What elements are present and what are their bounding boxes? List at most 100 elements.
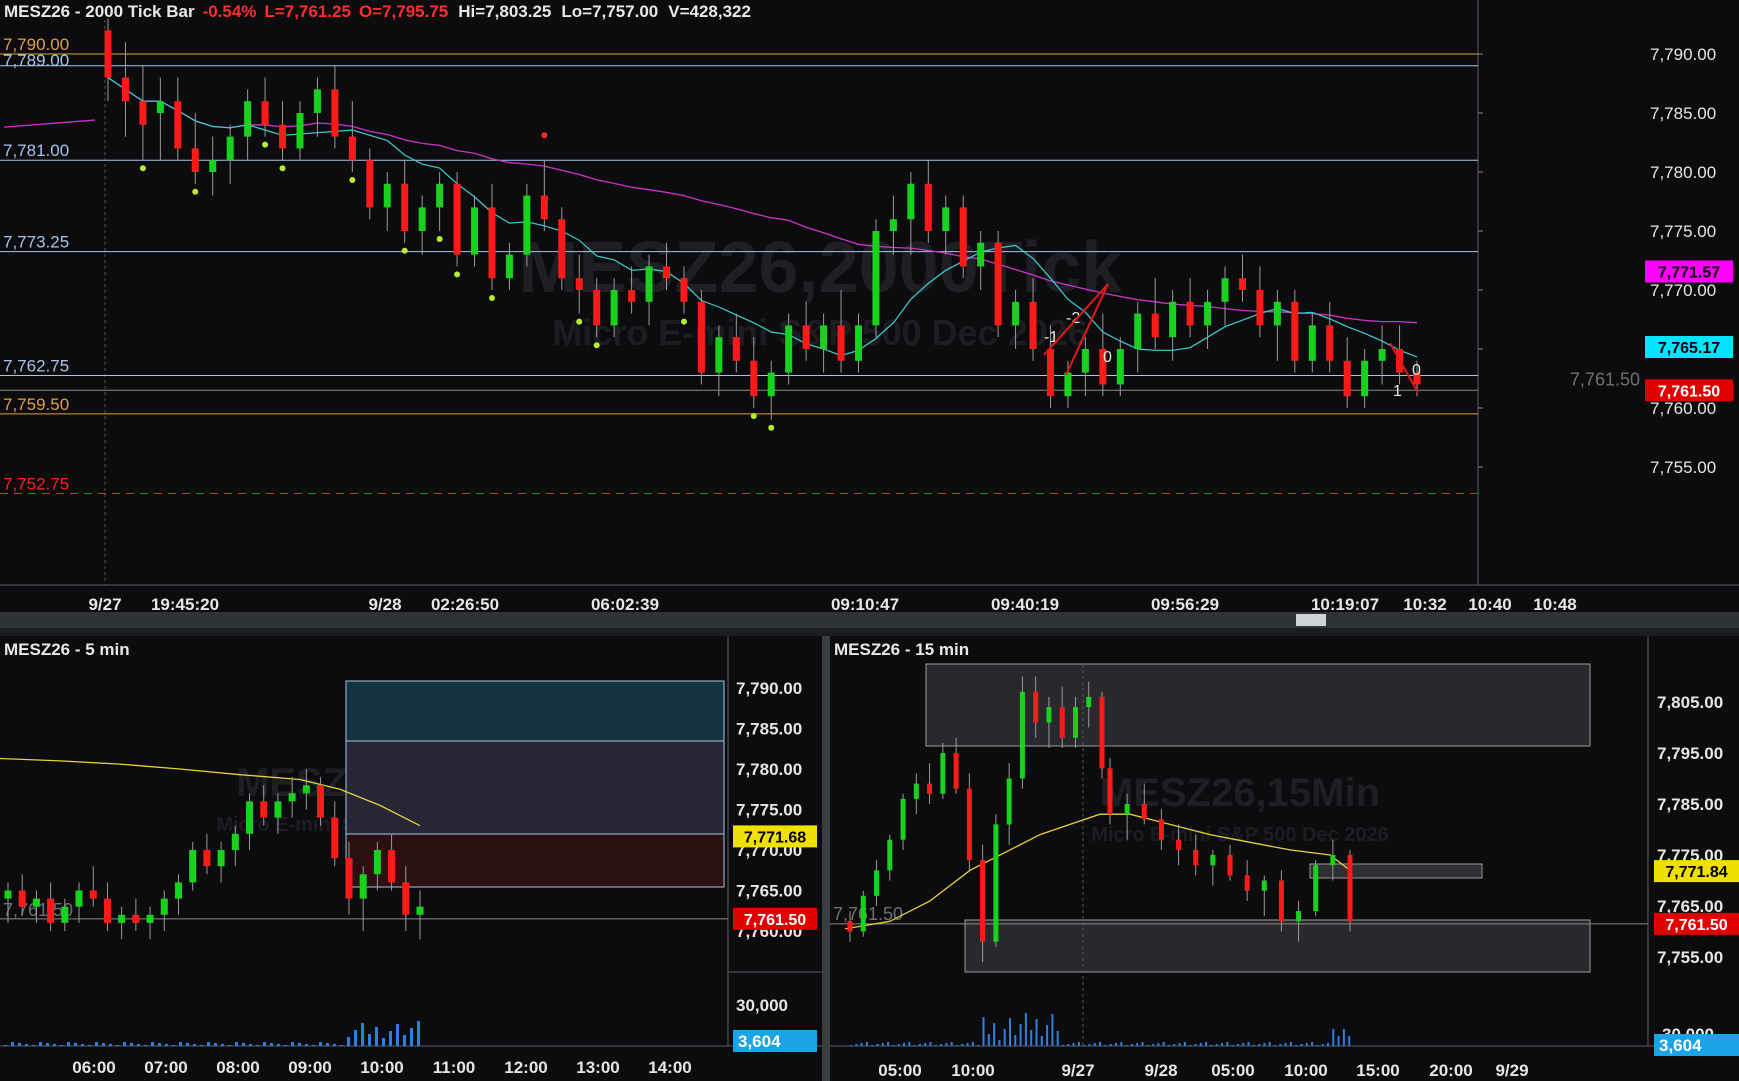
volume-bar	[1199, 1043, 1202, 1046]
volume-bar	[18, 1043, 21, 1046]
volume-bar	[1125, 1045, 1128, 1046]
volume-bar	[326, 1043, 329, 1046]
signal-dot	[488, 295, 495, 301]
y-axis-tick-label: 7,790.00	[736, 679, 802, 698]
fifteen-candle-body	[1124, 804, 1130, 815]
panel-divider[interactable]	[822, 636, 830, 1081]
tick-chart-svg[interactable]: MESZ26,2000TickMicro E-mini S&P 500 Dec …	[0, 0, 1739, 612]
volume-bar	[1083, 1045, 1086, 1046]
five-candle-body	[217, 850, 225, 867]
five-candle-body	[317, 785, 325, 818]
volume-bar	[1332, 1029, 1335, 1046]
tick-candle-body	[1029, 301, 1037, 349]
y-axis-tick-label: 7,785.00	[736, 720, 802, 739]
zone-box	[964, 919, 1591, 973]
five-candle-body	[118, 914, 126, 923]
fifteen-candle-body	[1141, 804, 1147, 820]
volume-bar	[1337, 1036, 1340, 1046]
volume-bar	[892, 1045, 895, 1046]
zone-box	[1309, 863, 1483, 879]
volume-bar	[1141, 1042, 1144, 1046]
fifteen-min-chart-svg[interactable]: MESZ26,15MinMicro E-mini S&P 500 Dec 202…	[830, 636, 1739, 1081]
signal-dot	[768, 424, 775, 431]
y-axis-tick-label: 7,780.00	[736, 760, 802, 779]
volume-bar	[305, 1044, 308, 1046]
tick-candle-body	[715, 337, 723, 373]
x-axis-label: 09:56:29	[1151, 595, 1219, 612]
volume-bar	[1210, 1045, 1213, 1046]
horizontal-scrollbar[interactable]	[0, 612, 1739, 628]
tick-candle-body	[610, 290, 618, 326]
panel-divider-horizontal[interactable]	[0, 628, 1739, 636]
five-candle-body	[160, 898, 168, 915]
y-axis-tick-label: 7,775.00	[1650, 222, 1716, 241]
volume-bar	[417, 1021, 420, 1046]
volume-bar	[1157, 1043, 1160, 1046]
fifteen-candle-body	[927, 783, 933, 794]
volume-bar	[929, 1042, 932, 1046]
tick-candle-body	[1186, 301, 1194, 326]
tick-candle-body	[1326, 325, 1334, 361]
five-candle-body	[302, 785, 310, 794]
tick-candle-body	[226, 136, 234, 161]
five-candle-body	[402, 882, 410, 915]
volume-bar	[410, 1028, 413, 1046]
y-axis-tick-label: 7,780.00	[1650, 163, 1716, 182]
zone-box	[345, 833, 725, 888]
volume-bar	[1311, 1042, 1314, 1046]
tick-candle-body	[732, 337, 740, 361]
signal-dot	[576, 318, 583, 325]
fifteen-candle-body	[1227, 855, 1233, 876]
volume-bar	[1030, 1030, 1033, 1046]
tick-candle-body	[837, 325, 845, 361]
tick-candle-body	[1291, 301, 1299, 361]
volume-bar	[855, 1044, 858, 1046]
five-min-chart-panel[interactable]: MESZ26,5MinMicro E-mini S&P 500 Dec 2026…	[0, 636, 822, 1081]
volume-bar	[298, 1043, 301, 1046]
tick-candle-body	[174, 101, 182, 149]
tick-candle-body	[1378, 349, 1386, 361]
tick-candle-body	[959, 207, 967, 267]
tick-candle-body	[1116, 349, 1124, 385]
fifteen-min-chart-panel[interactable]: MESZ26,15Min Micro E-mini S&P 500 Dec 202…	[830, 636, 1739, 1081]
tick-chart-panel[interactable]: MESZ26,2000Tick Micro E-mini S&P 500 Dec …	[0, 0, 1739, 612]
x-axis-label: 10:48	[1533, 595, 1576, 612]
fifteen-candle-body	[900, 798, 906, 840]
signal-dot	[262, 141, 269, 148]
fifteen-candle-body	[953, 753, 959, 789]
wave-label: 1	[1393, 383, 1402, 400]
x-axis-label: 07:00	[144, 1058, 187, 1077]
tick-candle-body	[331, 89, 339, 137]
volume-bar	[850, 1045, 852, 1046]
tick-candle-body	[558, 219, 566, 279]
volume-bar	[403, 1035, 406, 1046]
tick-candle-body	[767, 372, 775, 397]
tick-candle-body	[924, 183, 932, 231]
five-min-chart-svg[interactable]: MESZ26,5MinMicro E-mini S&P 500 Dec 2026…	[0, 636, 822, 1081]
fifteen-candle-body	[1296, 911, 1302, 922]
volume-bar	[1062, 1045, 1064, 1046]
fifteen-candle-body	[1244, 875, 1250, 891]
signal-dot	[401, 247, 408, 254]
tick-candle-body	[1169, 301, 1177, 338]
volume-bar	[1226, 1042, 1229, 1046]
tick-candle-body	[1308, 325, 1316, 361]
wave-label: -1	[1044, 329, 1058, 346]
tick-candle-body	[994, 242, 1002, 326]
volume-bar	[982, 1017, 985, 1046]
volume-bar	[950, 1042, 953, 1046]
scrollbar-thumb[interactable]	[1296, 614, 1326, 626]
five-candle-body	[103, 898, 111, 923]
tick-chart-low: Lo=7,757.00	[561, 2, 659, 21]
five-candle-body	[359, 874, 367, 899]
volume-bar	[1183, 1042, 1186, 1046]
five-candle-body	[231, 833, 239, 850]
tick-chart-open: O=7,795.75	[358, 2, 449, 21]
price-level-label: 7,762.75	[3, 357, 69, 376]
volume-bar	[228, 1045, 231, 1046]
tick-candle-body	[505, 254, 513, 279]
volume-bar	[1274, 1045, 1276, 1046]
tick-chart-volume: V=428,322	[668, 2, 751, 21]
tick-candle-body	[802, 325, 810, 349]
x-axis-label: 13:00	[576, 1058, 619, 1077]
